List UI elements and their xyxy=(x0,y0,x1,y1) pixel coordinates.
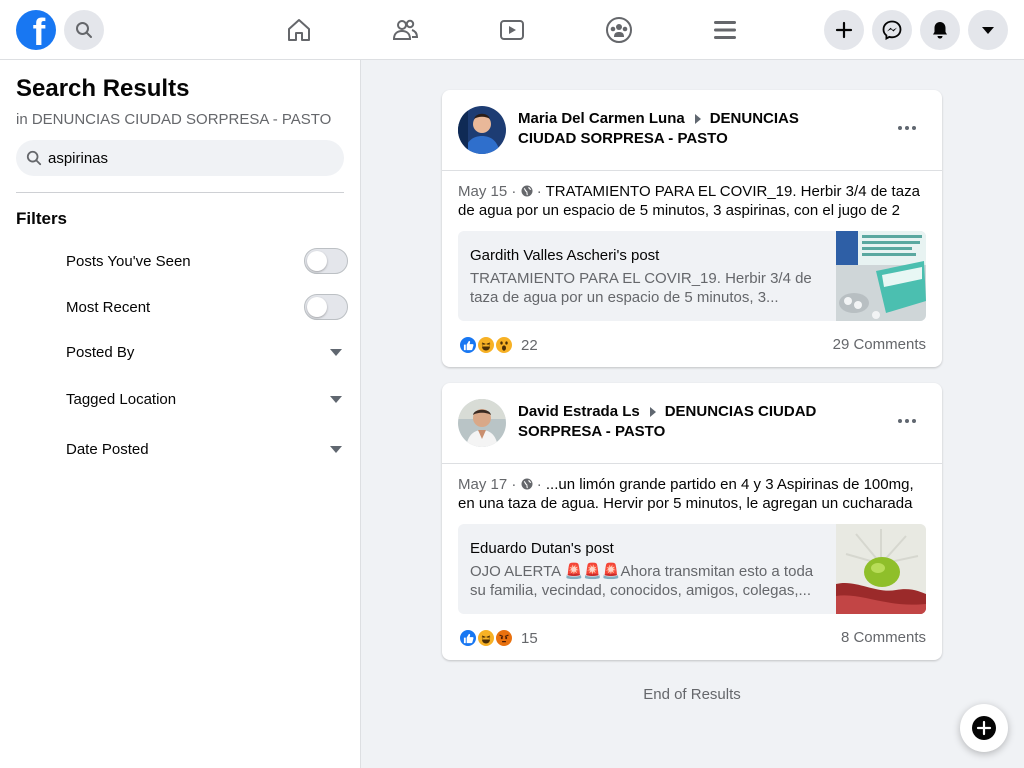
post-header: Maria Del Carmen Luna DENUNCIAS CIUDAD SO… xyxy=(518,109,858,149)
menu-icon xyxy=(714,21,736,39)
search-sidebar: Search Results in DENUNCIAS CIUDAD SORPR… xyxy=(0,60,361,768)
filter-label: Date Posted xyxy=(66,440,149,458)
post-header: David Estrada Ls DENUNCIAS CIUDAD SORPRES… xyxy=(518,402,858,442)
filter-label: Most Recent xyxy=(66,298,151,316)
wow-reaction-icon xyxy=(494,335,514,355)
shared-post-thumbnail xyxy=(836,231,926,321)
reaction-count: 15 xyxy=(521,629,538,647)
nav-groups[interactable] xyxy=(603,14,635,46)
nav-home[interactable] xyxy=(283,14,315,46)
shared-post-text: OJO ALERTA 🚨🚨🚨Ahora transmitan esto a to… xyxy=(470,563,814,599)
messenger-icon xyxy=(882,20,902,40)
filter-label: Posted By xyxy=(66,343,135,361)
divider xyxy=(442,170,942,171)
post-snippet[interactable]: May 15 · · TRATAMIENTO PARA EL COVIR_19.… xyxy=(458,182,928,220)
caret-down-icon xyxy=(982,27,994,34)
filter-date-posted[interactable]: Date Posted xyxy=(66,433,348,465)
divider xyxy=(442,463,942,464)
post-date[interactable]: May 15 xyxy=(458,183,507,200)
nav-friends[interactable] xyxy=(389,14,421,46)
shared-post-thumbnail xyxy=(836,524,926,614)
comments-link[interactable]: 29 Comments xyxy=(833,335,926,355)
post-snippet[interactable]: May 17 · · ...un limón grande partido en… xyxy=(458,475,928,513)
post-card: Maria Del Carmen Luna DENUNCIAS CIUDAD SO… xyxy=(442,90,942,367)
filter-posted-by[interactable]: Posted By xyxy=(66,336,348,368)
bell-icon xyxy=(933,22,947,39)
search-scope: in DENUNCIAS CIUDAD SORPRESA - PASTO xyxy=(16,111,332,128)
reactions-summary[interactable]: 15 xyxy=(458,628,538,648)
search-icon xyxy=(76,22,92,38)
notifications-button[interactable] xyxy=(920,10,960,50)
globe-icon xyxy=(521,185,533,197)
nav-watch[interactable] xyxy=(496,14,528,46)
like-reaction-icon xyxy=(458,628,478,648)
arrow-right-icon xyxy=(694,113,701,124)
globe-icon xyxy=(521,478,533,490)
more-options-icon[interactable] xyxy=(898,419,916,423)
search-input[interactable] xyxy=(48,149,318,167)
nav-menu[interactable] xyxy=(709,14,741,46)
post-date[interactable]: May 17 xyxy=(458,476,507,493)
groups-icon xyxy=(606,17,632,43)
post-card: David Estrada Ls DENUNCIAS CIUDAD SORPRES… xyxy=(442,383,942,660)
reaction-count: 22 xyxy=(521,336,538,354)
shared-post-text: TRATAMIENTO PARA EL COVIR_19. Herbir 3/4… xyxy=(470,270,812,306)
search-button[interactable] xyxy=(64,10,104,50)
like-reaction-icon xyxy=(458,335,478,355)
facebook-logo[interactable]: f xyxy=(16,10,56,50)
home-icon xyxy=(288,19,310,41)
filter-tagged-location[interactable]: Tagged Location xyxy=(66,383,348,415)
filters-heading: Filters xyxy=(16,209,68,228)
filter-posts-youve-seen[interactable]: Posts You've Seen xyxy=(66,245,348,277)
arrow-right-icon xyxy=(649,406,656,417)
filter-label: Tagged Location xyxy=(66,390,177,408)
end-of-results-text: End of Results xyxy=(643,686,741,703)
dropdown-caret-icon[interactable] xyxy=(330,395,342,403)
top-navigation-bar: f xyxy=(0,0,1024,60)
most-recent-toggle[interactable] xyxy=(304,294,348,320)
divider xyxy=(16,192,344,193)
comments-link[interactable]: 8 Comments xyxy=(841,628,926,648)
watch-icon xyxy=(500,20,524,40)
plus-icon xyxy=(835,21,853,39)
shared-post-preview[interactable]: Eduardo Dutan's post OJO ALERTA 🚨🚨🚨Ahora… xyxy=(458,524,926,614)
messenger-button[interactable] xyxy=(872,10,912,50)
account-menu-button[interactable] xyxy=(968,10,1008,50)
filter-most-recent[interactable]: Most Recent xyxy=(66,291,348,323)
posts-seen-toggle[interactable] xyxy=(304,248,348,274)
avatar[interactable] xyxy=(458,399,506,447)
angry-reaction-icon xyxy=(494,628,514,648)
author-name[interactable]: David Estrada Ls xyxy=(518,403,640,420)
shared-post-title: Eduardo Dutan's post xyxy=(470,540,614,557)
friends-icon xyxy=(392,19,419,40)
new-message-button[interactable] xyxy=(960,704,1008,752)
search-field[interactable] xyxy=(16,140,344,176)
haha-reaction-icon xyxy=(476,335,496,355)
more-options-icon[interactable] xyxy=(898,126,916,130)
plus-circle-icon xyxy=(972,716,996,740)
filter-label: Posts You've Seen xyxy=(66,252,191,270)
create-button[interactable] xyxy=(824,10,864,50)
author-name[interactable]: Maria Del Carmen Luna xyxy=(518,110,685,127)
shared-post-title: Gardith Valles Ascheri's post xyxy=(470,247,660,264)
search-icon xyxy=(26,150,42,166)
dropdown-caret-icon[interactable] xyxy=(330,445,342,453)
shared-post-preview[interactable]: Gardith Valles Ascheri's post TRATAMIENT… xyxy=(458,231,926,321)
page-title: Search Results xyxy=(16,75,190,102)
dropdown-caret-icon[interactable] xyxy=(330,348,342,356)
reactions-summary[interactable]: 22 xyxy=(458,335,538,355)
avatar[interactable] xyxy=(458,106,506,154)
haha-reaction-icon xyxy=(476,628,496,648)
